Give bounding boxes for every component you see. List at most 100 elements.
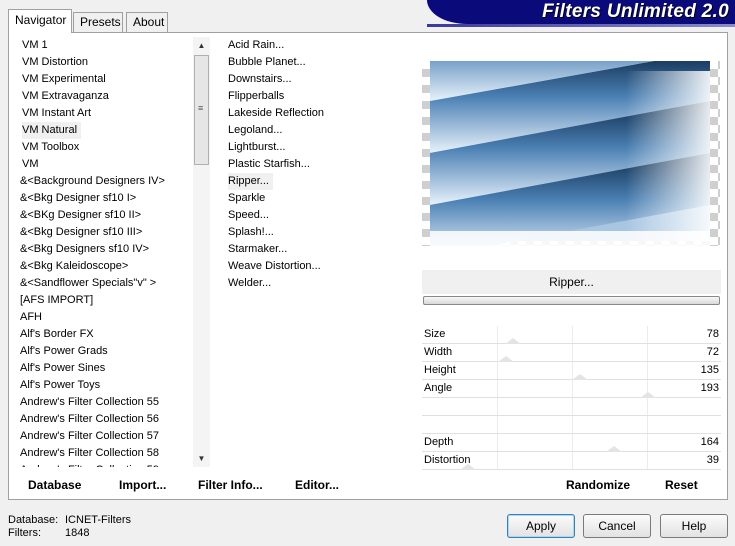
filter-label: Downstairs... [228,73,292,85]
category-item[interactable]: Andrew's Filter Collection 55 [12,394,192,411]
filter-item[interactable]: Welder... [222,275,412,292]
filter-label: Lightburst... [228,141,286,153]
param-slider[interactable] [422,398,721,416]
category-item[interactable]: VM Toolbox [12,139,192,156]
tab-about[interactable]: About [126,12,168,32]
apply-button[interactable]: Apply [507,514,575,538]
filter-label: Welder... [228,277,272,289]
filter-item[interactable]: Speed... [222,207,412,224]
category-item[interactable]: Alf's Power Toys [12,377,192,394]
category-item[interactable]: Alf's Power Grads [12,343,192,360]
up-arrow-icon[interactable]: ▲ [193,37,210,54]
category-item[interactable]: &<Background Designers IV> [12,173,192,190]
category-label: &<Sandflower Specials"v" > [20,277,157,289]
filter-label: Acid Rain... [228,39,285,51]
filter-info-button[interactable]: Filter Info... [198,474,263,496]
database-button[interactable]: Database [28,474,81,496]
filters-label: Filters: [8,527,41,539]
status-area: Database: ICNET-Filters Filters: 1848 [8,514,131,540]
category-item[interactable]: VM Natural [12,122,192,139]
category-label: Andrew's Filter Collection 59 [20,464,159,467]
category-item[interactable]: VM Extravaganza [12,88,192,105]
param-slider[interactable] [422,416,721,434]
category-item[interactable]: VM 1 [12,37,192,54]
param-slider[interactable]: Angle 193 [422,380,721,398]
category-item[interactable]: Andrew's Filter Collection 59 [12,462,192,467]
category-label: VM Extravaganza [22,90,109,102]
category-label: VM Natural [22,122,82,139]
param-slider[interactable]: Distortion 39 [422,452,721,470]
filter-label: Flipperballs [228,90,285,102]
filter-item[interactable]: Bubble Planet... [222,54,412,71]
category-item[interactable]: &<Bkg Kaleidoscope> [12,258,192,275]
filter-item[interactable]: Lightburst... [222,139,412,156]
category-item[interactable]: &<Sandflower Specials"v" > [12,275,192,292]
category-item[interactable]: AFH [12,309,192,326]
category-item[interactable]: Alf's Power Sines [12,360,192,377]
filter-label: Sparkle [228,192,266,204]
tab-navigator[interactable]: Navigator [8,9,72,33]
category-item[interactable]: Andrew's Filter Collection 58 [12,445,192,462]
banner-stripe [427,24,735,27]
param-value: 72 [706,346,719,358]
param-name: Distortion [424,454,471,466]
param-name: Depth [424,436,454,448]
category-item[interactable]: VM Instant Art [12,105,192,122]
filter-item[interactable]: Ripper... [222,173,412,190]
param-name: Width [424,346,453,358]
filter-label: Splash!... [228,226,274,238]
param-value: 78 [706,328,719,340]
filter-item[interactable]: Legoland... [222,122,412,139]
category-item[interactable]: Alf's Border FX [12,326,192,343]
category-item[interactable]: VM Experimental [12,71,192,88]
category-list[interactable]: VM 1 VM Distortion VM Experimental VM Extra… [12,37,192,467]
category-item[interactable]: &<Bkg Designer sf10 I> [12,190,192,207]
category-item[interactable]: &<Bkg Designers sf10 IV> [12,241,192,258]
category-label: Andrew's Filter Collection 58 [20,447,160,459]
down-arrow-icon[interactable]: ▼ [193,450,210,467]
filter-item[interactable]: Splash!... [222,224,412,241]
bottom-toolbar: Database Import... Filter Info... Editor… [12,474,412,496]
filter-item[interactable]: Lakeside Reflection [222,105,412,122]
title-banner: Filters Unlimited 2.0 [427,0,735,24]
filter-label: Lakeside Reflection [228,107,325,119]
filter-item[interactable]: Weave Distortion... [222,258,412,275]
filter-label: Legoland... [228,124,283,136]
filter-item[interactable]: Downstairs... [222,71,412,88]
param-slider[interactable]: Width 72 [422,344,721,362]
cancel-button[interactable]: Cancel [583,514,651,538]
category-item[interactable]: VM Distortion [12,54,192,71]
param-name: Size [424,328,446,340]
category-label: &<Bkg Designer sf10 I> [20,192,137,204]
param-slider[interactable]: Height 135 [422,362,721,380]
category-item[interactable]: [AFS IMPORT] [12,292,192,309]
filter-item[interactable]: Flipperballs [222,88,412,105]
category-label: &<Bkg Kaleidoscope> [20,260,129,272]
import-button[interactable]: Import... [119,474,166,496]
scrollbar-thumb[interactable]: ≡ [194,55,209,165]
editor-button[interactable]: Editor... [295,474,339,496]
filter-item[interactable]: Plastic Starfish... [222,156,412,173]
category-item[interactable]: &<Bkg Designer sf10 III> [12,224,192,241]
category-label: VM 1 [22,39,48,51]
param-value: 193 [700,382,719,394]
filter-item[interactable]: Starmaker... [222,241,412,258]
category-label: VM [22,158,39,170]
filter-item[interactable]: Acid Rain... [222,37,412,54]
param-slider[interactable]: Depth 164 [422,434,721,452]
category-item[interactable]: &<BKg Designer sf10 II> [12,207,192,224]
filter-item[interactable]: Sparkle [222,190,412,207]
category-scrollbar[interactable]: ▲ ≡ ▼ [193,37,210,467]
param-slider[interactable]: Size 78 [422,326,721,344]
filter-list[interactable]: Acid Rain... Bubble Planet... Downstairs..… [222,37,412,292]
help-button[interactable]: Help [660,514,728,538]
slider-actions: Randomize Reset [422,474,721,496]
category-label: Andrew's Filter Collection 55 [20,396,160,408]
tab-presets[interactable]: Presets [73,12,123,32]
reset-button[interactable]: Reset [665,474,698,496]
category-item[interactable]: Andrew's Filter Collection 56 [12,411,192,428]
category-item[interactable]: VM [12,156,192,173]
randomize-button[interactable]: Randomize [566,474,630,496]
category-label: [AFS IMPORT] [20,294,94,306]
category-item[interactable]: Andrew's Filter Collection 57 [12,428,192,445]
